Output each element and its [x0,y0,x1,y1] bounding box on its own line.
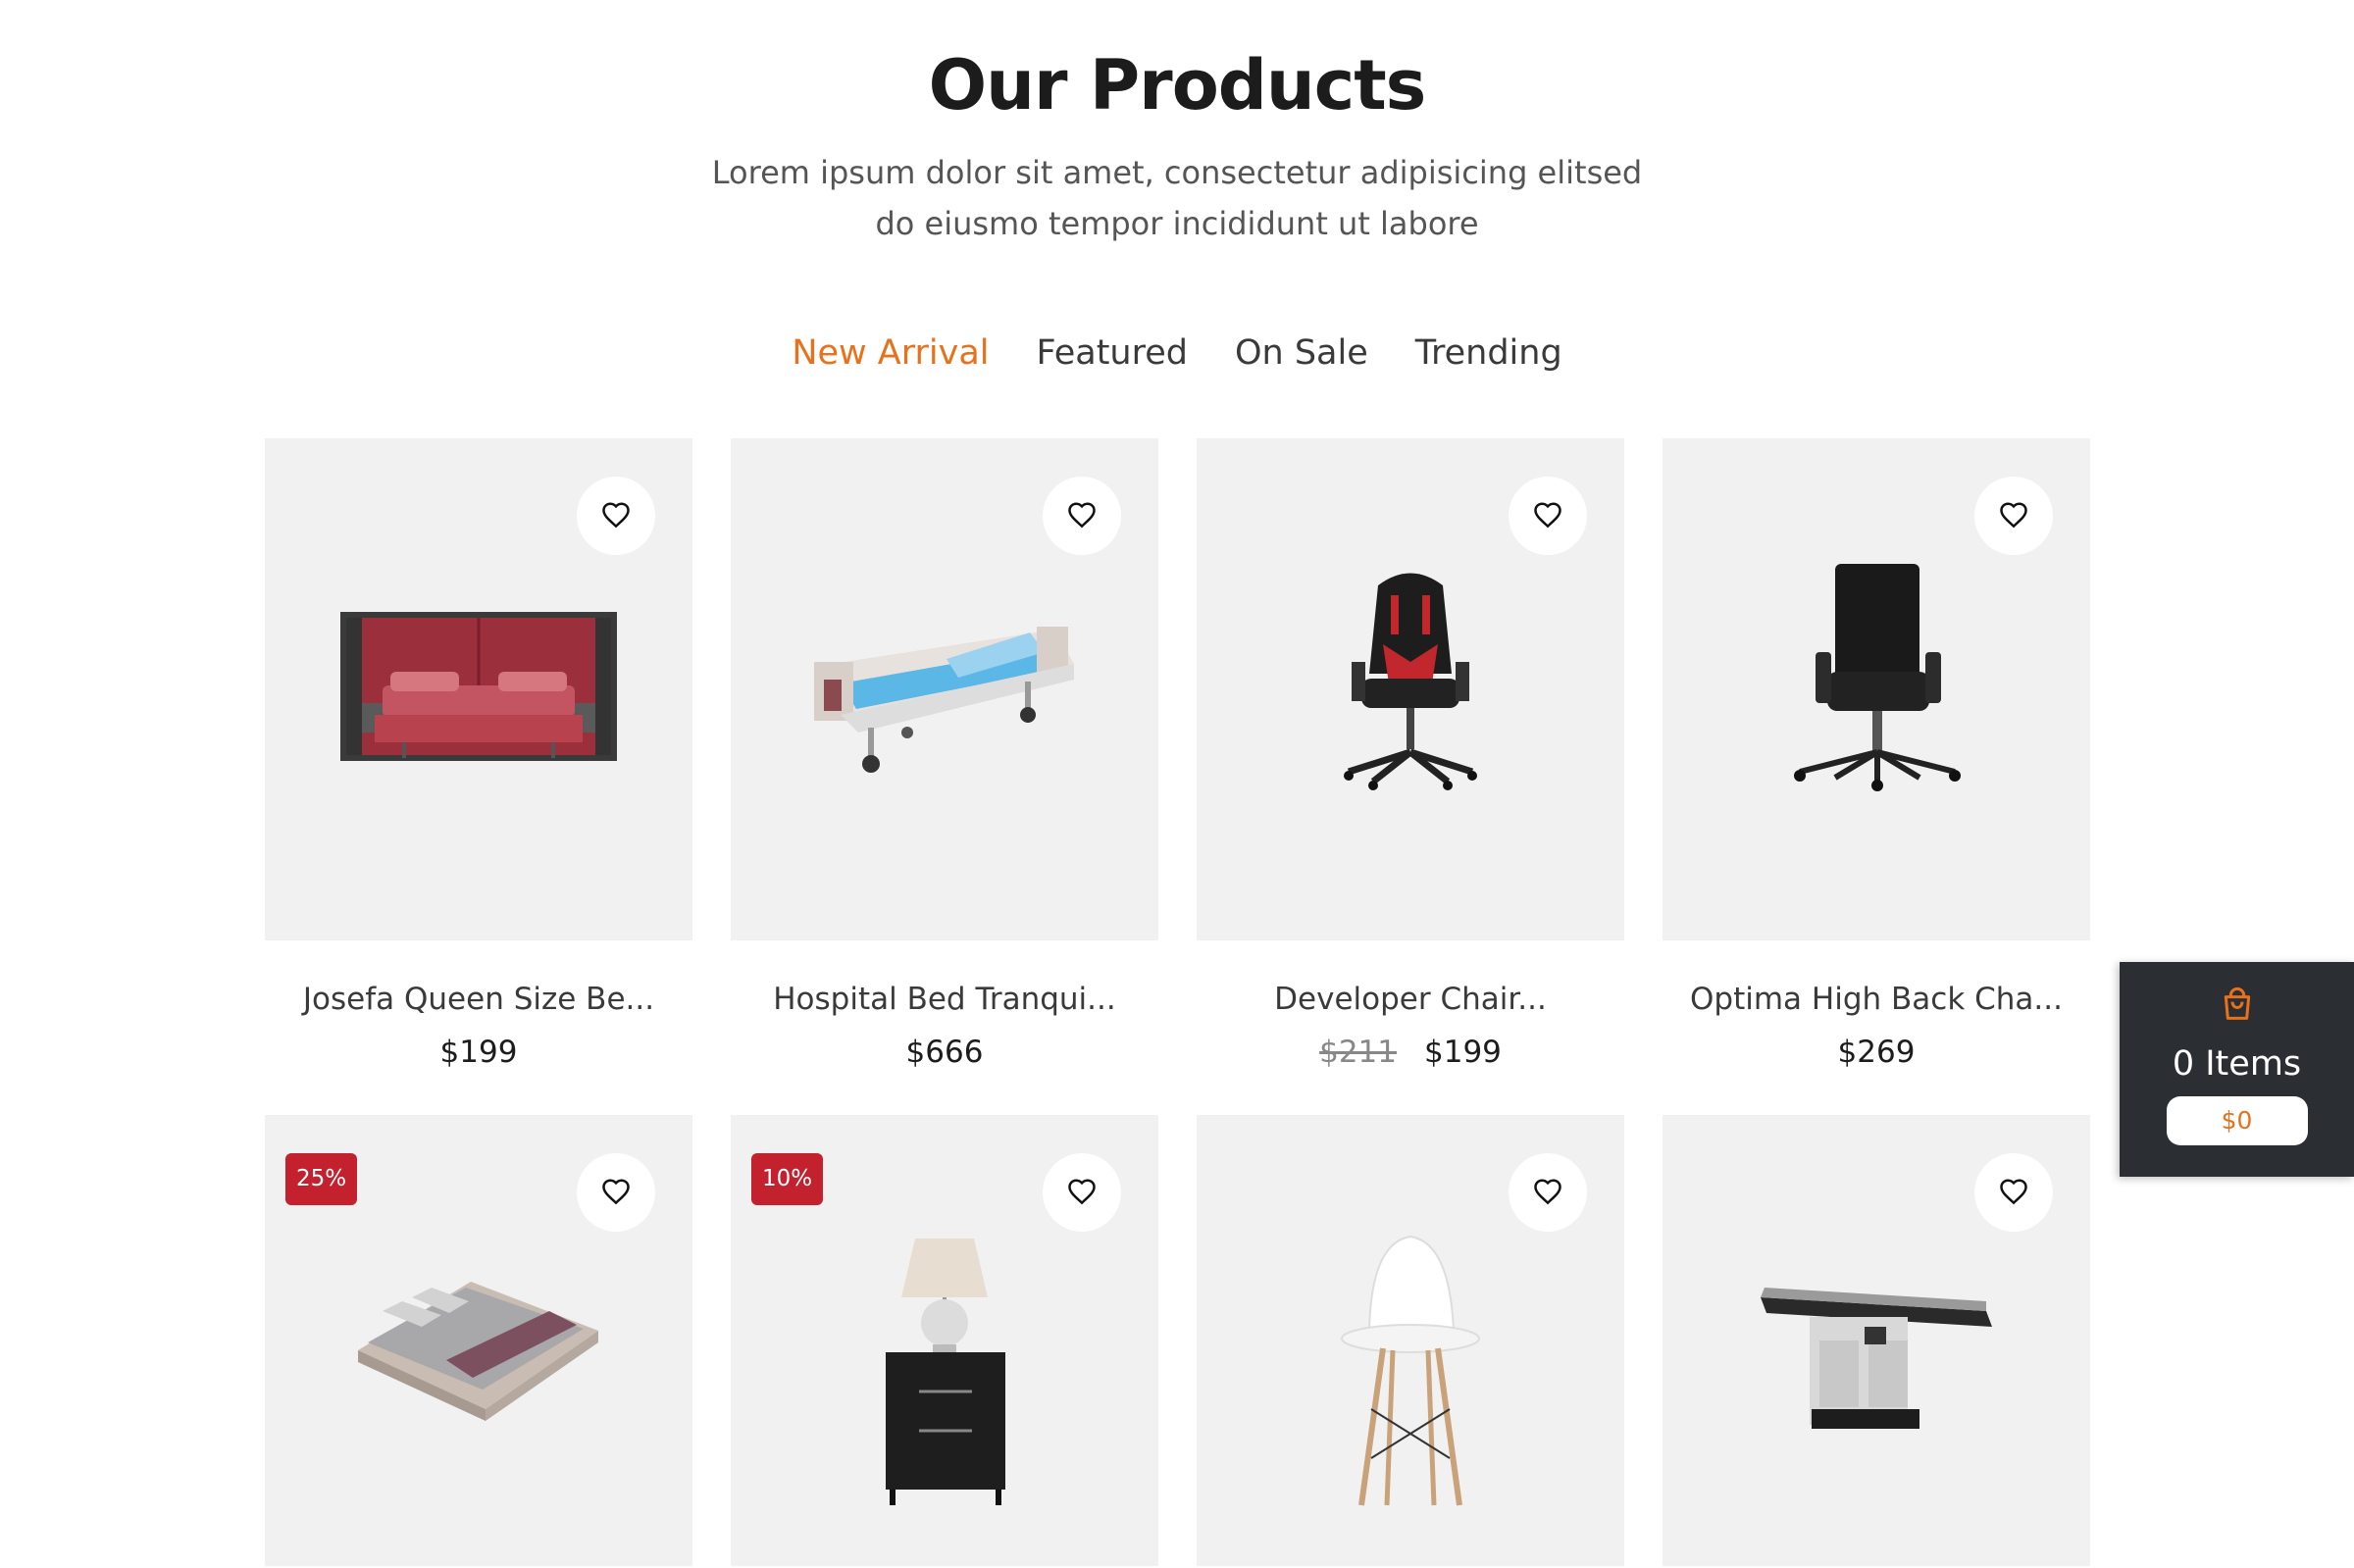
section-subtitle: Lorem ipsum dolor sit amet, consectetur … [711,154,1643,242]
product-card[interactable]: Hospital Bed Tranqui... $666 [731,438,1158,1115]
product-image-frame[interactable] [1663,438,2090,940]
heart-icon [602,502,630,529]
cart-total: $0 [2166,1096,2308,1145]
product-image-frame[interactable]: 10% [731,1115,1158,1566]
shopping-bag-icon [2224,986,2250,1020]
product-image-frame[interactable] [1197,438,1624,940]
tab-featured[interactable]: Featured [1037,326,1188,380]
price-row: $199 [265,1031,692,1074]
product-price: $199 [439,1035,518,1070]
product-old-price: $211 [1319,1035,1397,1070]
discount-badge: 25% [285,1153,358,1205]
section-title: Our Products [928,45,1427,126]
price-row: $211 $199 [1197,1031,1624,1074]
product-image-frame[interactable]: 25% [265,1115,692,1566]
cart-item-count: 0 Items [2172,1044,2302,1084]
product-price: $666 [905,1035,984,1070]
product-card[interactable] [1197,1115,1624,1566]
product-name[interactable]: Developer Chair... [1197,978,1624,1021]
wishlist-button[interactable] [1509,1153,1587,1232]
product-price: $199 [1424,1035,1502,1070]
heart-icon [2000,502,2027,529]
section-header: Our Products Lorem ipsum dolor sit amet,… [0,41,2354,249]
product-name[interactable]: Josefa Queen Size Be... [265,978,692,1021]
wishlist-button[interactable] [577,477,655,555]
heart-icon [2000,1179,2027,1205]
mini-cart-widget[interactable]: 0 Items $0 [2120,962,2354,1177]
product-name[interactable]: Optima High Back Cha... [1663,978,2090,1021]
product-card[interactable]: Developer Chair... $211 $199 [1197,438,1624,1115]
price-row: $666 [731,1031,1158,1074]
discount-badge: 10% [751,1153,824,1205]
wishlist-button[interactable] [1043,477,1121,555]
product-card[interactable]: 10% [731,1115,1158,1566]
product-card[interactable]: Optima High Back Cha... $269 [1663,438,2090,1115]
product-card[interactable] [1663,1115,2090,1566]
product-price: $269 [1837,1035,1916,1070]
product-image-frame[interactable] [1663,1115,2090,1566]
wishlist-button[interactable] [1974,477,2053,555]
product-card[interactable]: 25% [265,1115,692,1566]
wishlist-button[interactable] [1509,477,1587,555]
product-image-frame[interactable] [265,438,692,940]
wishlist-button[interactable] [1974,1153,2053,1232]
tab-trending[interactable]: Trending [1415,326,1562,380]
heart-icon [1068,1179,1096,1205]
tab-new-arrival[interactable]: New Arrival [792,326,989,380]
wishlist-button[interactable] [577,1153,655,1232]
product-card[interactable]: Josefa Queen Size Be... $199 [265,438,692,1115]
product-image-frame[interactable] [731,438,1158,940]
heart-icon [1534,1179,1561,1205]
price-row: $269 [1663,1031,2090,1074]
product-tabs: New Arrival Featured On Sale Trending [0,326,2354,380]
heart-icon [1534,502,1561,529]
heart-icon [602,1179,630,1205]
heart-icon [1068,502,1096,529]
product-image-frame[interactable] [1197,1115,1624,1566]
product-name[interactable]: Hospital Bed Tranqui... [731,978,1158,1021]
product-grid: Josefa Queen Size Be... $199 Hospital Be… [265,438,2090,1566]
tab-on-sale[interactable]: On Sale [1235,326,1368,380]
wishlist-button[interactable] [1043,1153,1121,1232]
